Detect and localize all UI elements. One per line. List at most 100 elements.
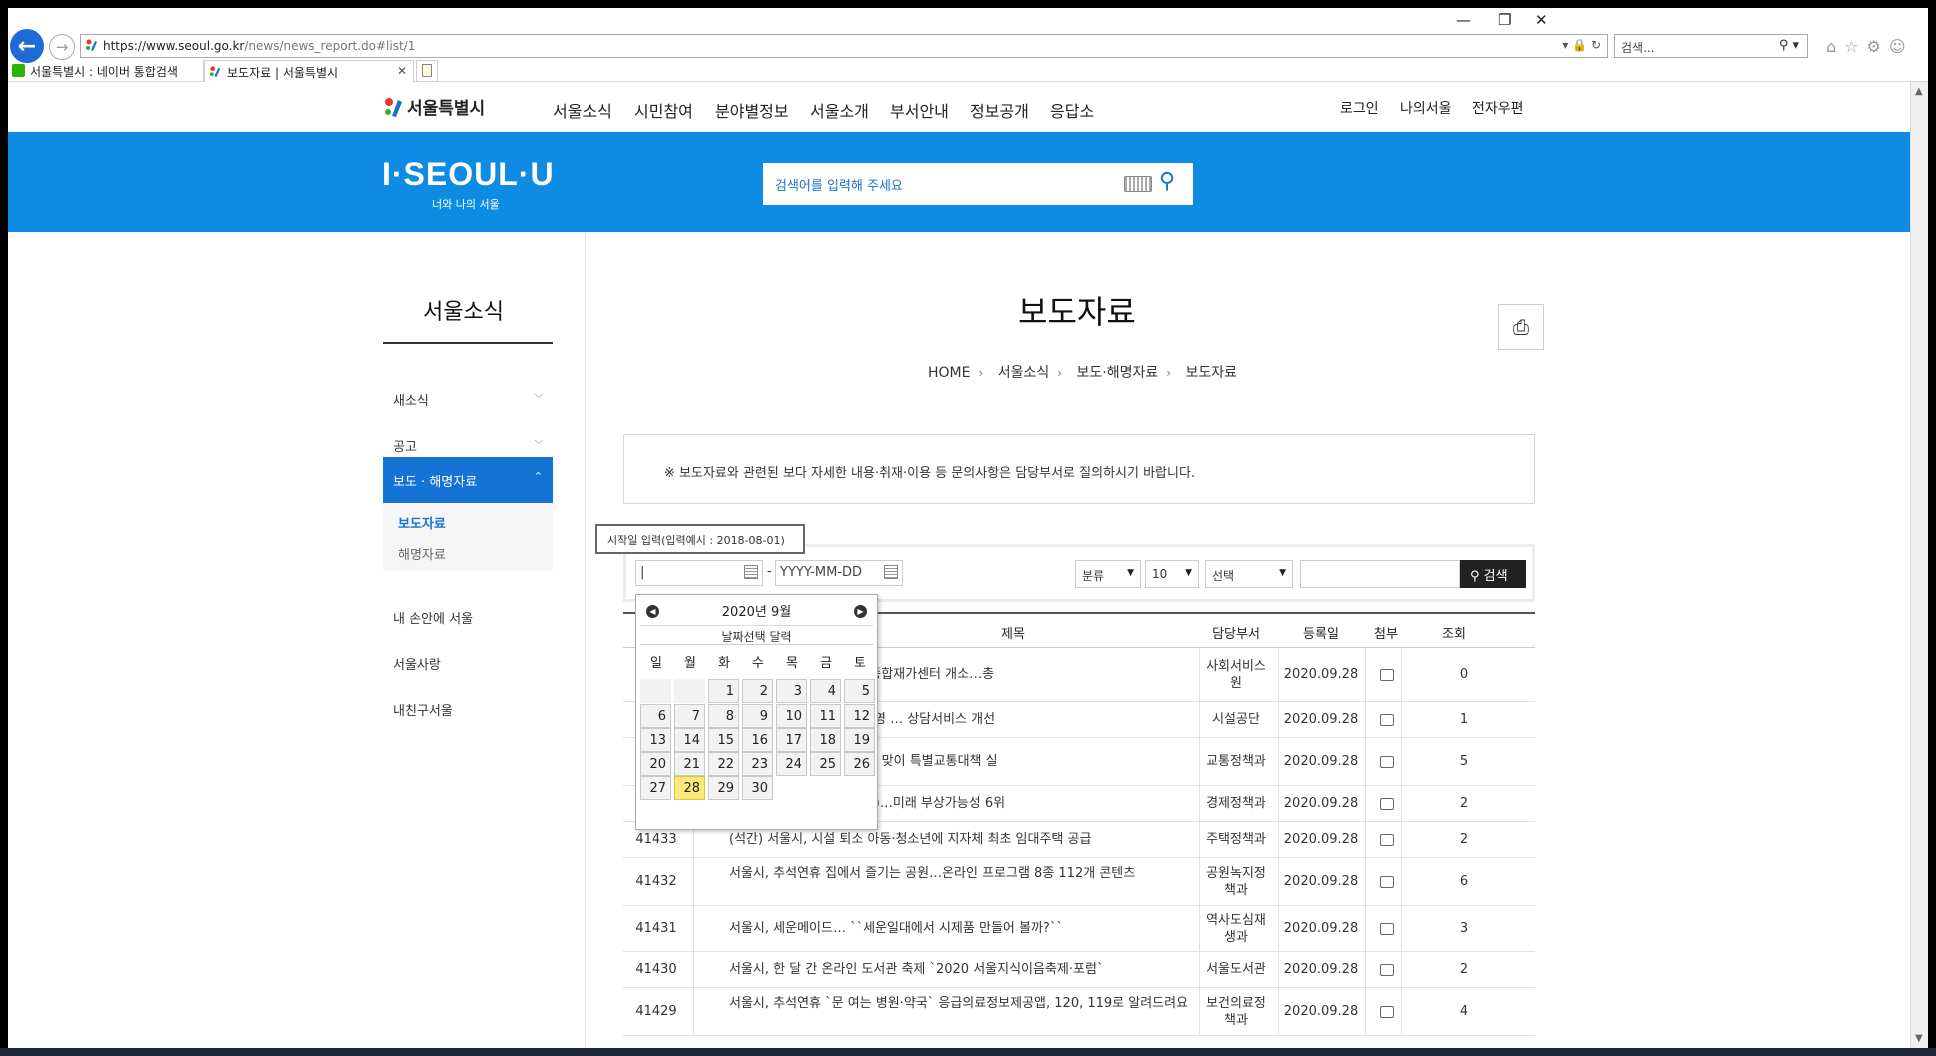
calendar-day-today[interactable]: 28 (674, 776, 705, 800)
calendar-day[interactable]: 15 (708, 728, 739, 752)
sidebar-item-seoul-love[interactable]: 서울사랑 (383, 654, 553, 673)
forward-button[interactable]: → (49, 34, 75, 60)
calendar-day[interactable]: 29 (708, 776, 739, 800)
calendar-day[interactable]: 12 (844, 704, 875, 728)
row-title[interactable]: 서울시, 세운메이드… ``세운일대에서 시제품 만들어 볼까?`` (729, 920, 1199, 937)
calendar-day[interactable]: 22 (708, 752, 739, 776)
attachment-icon[interactable] (1380, 876, 1394, 888)
breadcrumb-press[interactable]: 보도·해명자료 (1077, 365, 1159, 381)
calendar-day[interactable]: 7 (674, 704, 705, 728)
category-select[interactable]: 분류 ▼ (1075, 560, 1141, 588)
page-scrollbar[interactable]: ▲ ▼ (1910, 82, 1928, 1048)
calendar-icon[interactable] (884, 565, 898, 579)
sidebar-item-mobile-seoul[interactable]: 내 손안에 서울 (383, 608, 553, 627)
row-title[interactable]: 서울시, 한 달 간 온라인 도서관 축제 `2020 서울지식이음축제·포럼` (729, 961, 1199, 978)
calendar-day[interactable]: 14 (674, 728, 705, 752)
row-title[interactable]: 서울시, 추석연휴 `문 여는 병원·약국` 응급의료정보제공앱, 120, 1… (729, 995, 1199, 1012)
close-icon[interactable]: ✕ (1535, 11, 1548, 29)
attachment-icon[interactable] (1380, 756, 1394, 768)
calendar-day[interactable]: 10 (776, 704, 807, 728)
email-link[interactable]: 전자우편 (1472, 98, 1524, 118)
address-controls[interactable]: ▾ 🔒 ↻ (1562, 38, 1601, 52)
row-title[interactable]: 서울시, 추석연휴 집에서 즐기는 공원…온라인 프로그램 8종 112개 콘텐… (729, 865, 1199, 882)
table-row[interactable]: 41430 서울시, 한 달 간 온라인 도서관 축제 `2020 서울지식이음축… (623, 952, 1535, 988)
gnb-item-disclosure[interactable]: 정보공개 (970, 98, 1029, 122)
calendar-day[interactable]: 6 (640, 704, 671, 728)
calendar-day[interactable]: 1 (708, 679, 739, 703)
close-tab-icon[interactable]: ✕ (397, 64, 407, 78)
sidebar-sub-press-release[interactable]: 보도자료 (398, 513, 446, 532)
calendar-day[interactable]: 19 (844, 728, 875, 752)
seoul-logo[interactable]: 서울특별시 (383, 94, 485, 119)
calendar-day[interactable]: 5 (844, 679, 875, 703)
gnb-item-response[interactable]: 응답소 (1050, 98, 1094, 122)
end-date-input[interactable]: YYYY-MM-DD (775, 560, 903, 586)
calendar-day[interactable]: 24 (776, 752, 807, 776)
calendar-day[interactable]: 21 (674, 752, 705, 776)
calendar-day[interactable]: 26 (844, 752, 875, 776)
breadcrumb-news[interactable]: 서울소식 (998, 365, 1050, 381)
calendar-day[interactable]: 16 (742, 728, 773, 752)
back-button[interactable]: ← (10, 29, 44, 63)
calendar-day[interactable]: 8 (708, 704, 739, 728)
sidebar-sub-clarification[interactable]: 해명자료 (398, 544, 446, 563)
i-seoul-u-logo[interactable]: I·SEOUL·U (382, 156, 555, 193)
attachment-icon[interactable] (1380, 798, 1394, 810)
restore-icon[interactable]: ❐ (1498, 11, 1511, 29)
start-date-input[interactable]: | (635, 560, 763, 586)
gnb-item-about[interactable]: 서울소개 (810, 98, 869, 122)
calendar-day[interactable]: 18 (810, 728, 841, 752)
table-row[interactable]: 41432 서울시, 추석연휴 집에서 즐기는 공원…온라인 프로그램 8종 11… (623, 858, 1535, 906)
calendar-day[interactable]: 9 (742, 704, 773, 728)
gnb-item-participation[interactable]: 시민참여 (634, 98, 693, 122)
attachment-icon[interactable] (1380, 964, 1394, 976)
calendar-day[interactable]: 13 (640, 728, 671, 752)
table-row[interactable]: 41429 서울시, 추석연휴 `문 여는 병원·약국` 응급의료정보제공앱, 1… (623, 988, 1535, 1036)
calendar-day[interactable]: 30 (742, 776, 773, 800)
site-search-input[interactable]: 검색어를 입력해 주세요 ⚲ (763, 163, 1193, 205)
login-link[interactable]: 로그인 (1340, 98, 1379, 118)
calendar-day[interactable]: 27 (640, 776, 671, 800)
print-button[interactable]: ⎙ (1498, 304, 1544, 350)
calendar-day[interactable]: 2 (742, 679, 773, 703)
breadcrumb-home[interactable]: HOME (928, 365, 970, 381)
toolbar-icons[interactable]: ⌂☆⚙☺ (1826, 37, 1914, 56)
calendar-day[interactable]: 3 (776, 679, 807, 703)
page-size-select[interactable]: 10 ▼ (1145, 560, 1199, 588)
search-button[interactable]: ⚲ 검색 (1460, 560, 1526, 588)
attachment-icon[interactable] (1380, 714, 1394, 726)
minimize-icon[interactable]: — (1456, 11, 1471, 29)
attachment-icon[interactable] (1380, 1006, 1394, 1018)
keyword-input[interactable] (1300, 560, 1460, 588)
attachment-icon[interactable] (1380, 923, 1394, 935)
calendar-day[interactable]: 11 (810, 704, 841, 728)
attachment-icon[interactable] (1380, 669, 1394, 681)
search-field-select[interactable]: 선택 ▼ (1205, 560, 1293, 588)
calendar-day[interactable]: 17 (776, 728, 807, 752)
table-row[interactable]: 41431 서울시, 세운메이드… ``세운일대에서 시제품 만들어 볼까?`` 역… (623, 906, 1535, 952)
keyboard-icon[interactable] (1124, 176, 1152, 192)
next-month-icon[interactable]: ▶ (854, 605, 867, 618)
sidebar-item-news[interactable]: 새소식 ⌵ (383, 388, 553, 409)
sidebar-item-press[interactable]: 보도 · 해명자료 ⌃ (383, 457, 553, 503)
tab-naver[interactable]: 서울특별시 : 네이버 통합검색 (8, 60, 204, 82)
scroll-up-icon[interactable]: ▲ (1915, 86, 1923, 97)
attachment-icon[interactable] (1380, 834, 1394, 846)
gnb-item-news[interactable]: 서울소식 (553, 98, 612, 122)
scroll-down-icon[interactable]: ▼ (1915, 1033, 1923, 1044)
gnb-item-departments[interactable]: 부서안내 (890, 98, 949, 122)
calendar-day[interactable]: 20 (640, 752, 671, 776)
my-seoul-link[interactable]: 나의서울 (1400, 98, 1452, 118)
search-icon[interactable]: ⚲ (1159, 169, 1175, 194)
address-bar[interactable]: https://www.seoul.go.kr/news/news_report… (80, 34, 1608, 58)
calendar-day[interactable]: 23 (742, 752, 773, 776)
row-title[interactable]: (석간) 서울시, 시설 퇴소 아동·청소년에 지자체 최초 임대주택 공급 (729, 831, 1199, 848)
browser-search-box[interactable]: 검색... ⚲ ▾ (1614, 34, 1808, 58)
gnb-item-fields[interactable]: 분야별정보 (715, 98, 789, 122)
calendar-day[interactable]: 4 (810, 679, 841, 703)
tab-press-release[interactable]: 보도자료 | 서울특별시 ✕ (204, 60, 414, 82)
new-tab-button[interactable] (416, 60, 438, 82)
sidebar-item-announcements[interactable]: 공고 ⌵ (383, 434, 553, 455)
calendar-day[interactable]: 25 (810, 752, 841, 776)
search-icon[interactable]: ⚲ ▾ (1779, 38, 1799, 53)
